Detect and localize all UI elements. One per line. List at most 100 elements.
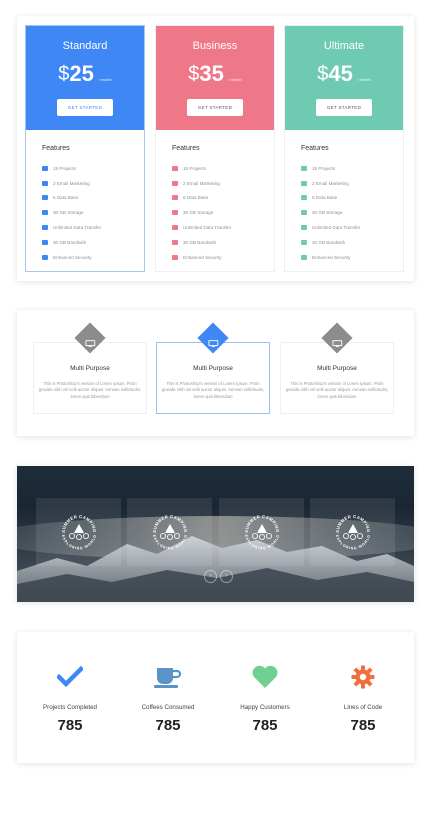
- slide-item[interactable]: SUMMER CAMPING EXPLORING WORLD: [310, 498, 395, 566]
- service-card: Multi Purpose This is Photoshop's versio…: [156, 322, 270, 414]
- service-description: This is Photoshop's version of Lorem Ips…: [161, 381, 265, 399]
- counter-item: Lines of Code 785: [314, 664, 412, 734]
- chevron-left-icon: ‹: [209, 573, 212, 579]
- bandwidth-icon: [301, 239, 307, 245]
- feature-item: Unlimited Data Transfer: [172, 220, 274, 235]
- feature-item: 30 GB Storage: [42, 205, 144, 220]
- plan-features: Features 15 Projects 2 Email Marketing 5…: [26, 130, 144, 265]
- counter-value: 785: [252, 717, 278, 734]
- services-section: Multi Purpose This is Photoshop's versio…: [17, 310, 414, 436]
- svg-text:EXPLORING WORLD: EXPLORING WORLD: [151, 534, 187, 550]
- feature-label: 30 GB Storage: [53, 210, 84, 216]
- price-amount: 45: [328, 61, 353, 86]
- database-icon: [172, 195, 178, 201]
- email-icon: [42, 180, 48, 186]
- storage-icon: [42, 210, 48, 216]
- get-started-button[interactable]: GET STARTED: [57, 99, 113, 116]
- feature-item: Unlimited Data Transfer: [42, 220, 144, 235]
- security-icon: [301, 254, 307, 260]
- plan-features: Features 15 Projects 2 Email Marketing 5…: [285, 130, 403, 265]
- svg-text:EXPLORING WORLD: EXPLORING WORLD: [60, 534, 96, 550]
- svg-text:EXPLORING WORLD: EXPLORING WORLD: [334, 534, 370, 550]
- feature-item: 15 Projects: [42, 161, 144, 176]
- feature-label: 30 GB Bandwith: [53, 239, 87, 245]
- security-icon: [172, 254, 178, 260]
- camping-badge-logo: SUMMER CAMPING EXPLORING WORLD: [334, 514, 370, 551]
- feature-item: 30 GB Bandwith: [301, 235, 403, 250]
- feature-label: Enhanced Security: [312, 254, 351, 260]
- get-started-button[interactable]: GET STARTED: [316, 99, 372, 116]
- feature-label: Enhanced Security: [183, 254, 222, 260]
- price-amount: 25: [69, 61, 94, 86]
- get-started-button[interactable]: GET STARTED: [187, 99, 243, 116]
- feature-item: 5 Data Base: [172, 191, 274, 206]
- slide-item[interactable]: SUMMER CAMPING EXPLORING WORLD: [219, 498, 304, 566]
- feature-item: Enhanced Security: [42, 250, 144, 265]
- counter-item: Happy Customers 785: [216, 664, 314, 734]
- plan-header: Ultimate $45 / month GET STARTED: [285, 26, 403, 130]
- feature-item: Unlimited Data Transfer: [301, 220, 403, 235]
- pricing-card-ultimate: Ultimate $45 / month GET STARTED Feature…: [284, 25, 404, 272]
- camping-badge-logo: SUMMER CAMPING EXPLORING WORLD: [151, 514, 187, 551]
- service-card: Multi Purpose This is Photoshop's versio…: [280, 322, 394, 414]
- service-card: Multi Purpose This is Photoshop's versio…: [33, 322, 147, 414]
- currency-symbol: $: [317, 63, 329, 85]
- price-period: / month: [228, 77, 242, 82]
- slide-item[interactable]: SUMMER CAMPING EXPLORING WORLD: [127, 498, 212, 566]
- plan-header: Business $35 / month GET STARTED: [156, 26, 274, 130]
- feature-item: 30 GB Storage: [301, 205, 403, 220]
- feature-item: Enhanced Security: [172, 250, 274, 265]
- badge-bottom-text: EXPLORING WORLD: [243, 534, 279, 550]
- monitor-icon: [85, 334, 96, 348]
- counter-value: 785: [155, 717, 181, 734]
- counter-label: Lines of Code: [343, 704, 383, 711]
- slider-next-button[interactable]: ›: [220, 570, 233, 583]
- plan-name: Standard: [62, 40, 108, 52]
- slider-prev-button[interactable]: ‹: [204, 570, 217, 583]
- slide-item[interactable]: SUMMER CAMPING EXPLORING WORLD: [36, 498, 121, 566]
- feature-item: 2 Email Marketing: [172, 176, 274, 191]
- database-icon: [42, 195, 48, 201]
- camping-badge-logo: SUMMER CAMPING EXPLORING WORLD: [243, 514, 279, 551]
- feature-item: 5 Data Base: [42, 191, 144, 206]
- feature-item: 30 GB Bandwith: [172, 235, 274, 250]
- service-title: Multi Purpose: [317, 365, 357, 372]
- counter-label: Projects Completed: [43, 704, 97, 711]
- feature-label: 5 Data Base: [183, 195, 209, 201]
- service-description: This is Photoshop's version of Lorem Ips…: [285, 381, 389, 399]
- feature-label: 2 Email Marketing: [53, 180, 90, 186]
- plan-name: Ultimate: [323, 40, 365, 52]
- counter-item: Projects Completed 785: [21, 664, 119, 734]
- chevron-right-icon: ›: [225, 573, 228, 579]
- plan-features: Features 15 Projects 2 Email Marketing 5…: [156, 130, 274, 265]
- feature-label: 30 GB Bandwith: [183, 239, 217, 245]
- service-title: Multi Purpose: [70, 365, 110, 372]
- coffee-cup-icon: [119, 664, 217, 690]
- feature-item: 2 Email Marketing: [42, 176, 144, 191]
- pricing-card-business: Business $35 / month GET STARTED Feature…: [155, 25, 275, 272]
- plan-price: $25 / month: [26, 59, 144, 89]
- storage-icon: [301, 210, 307, 216]
- projects-icon: [301, 165, 307, 171]
- bandwidth-icon: [172, 239, 178, 245]
- monitor-icon: [208, 334, 219, 348]
- transfer-icon: [301, 225, 307, 231]
- plan-price: $35 / month: [156, 59, 274, 89]
- price-amount: 35: [199, 61, 224, 86]
- feature-label: 30 GB Storage: [183, 210, 214, 216]
- feature-label: Unlimited Data Transfer: [312, 225, 361, 231]
- badge-bottom-text: EXPLORING WORLD: [334, 534, 370, 550]
- feature-label: 30 GB Storage: [312, 210, 343, 216]
- pricing-section: Standard $25 / month GET STARTED Feature…: [17, 16, 414, 281]
- heart-icon: [216, 664, 314, 690]
- feature-item: Enhanced Security: [301, 250, 403, 265]
- feature-label: 5 Data Base: [312, 195, 338, 201]
- feature-label: 30 GB Bandwith: [312, 239, 346, 245]
- feature-item: 30 GB Storage: [172, 205, 274, 220]
- security-icon: [42, 254, 48, 260]
- feature-item: 15 Projects: [172, 161, 274, 176]
- features-title: Features: [42, 145, 70, 152]
- features-title: Features: [172, 145, 200, 152]
- plan-name: Business: [192, 40, 238, 52]
- feature-label: 2 Email Marketing: [183, 180, 220, 186]
